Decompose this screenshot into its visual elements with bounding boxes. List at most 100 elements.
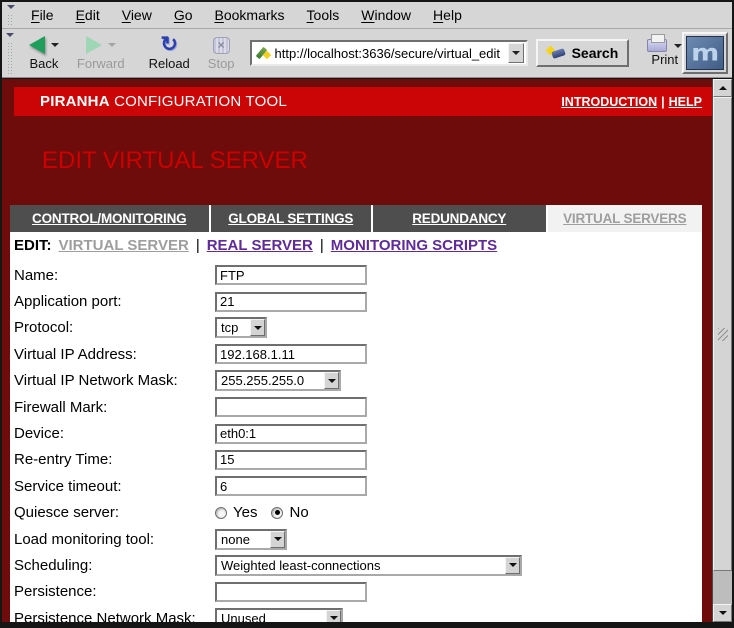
- forward-arrow-icon: [86, 36, 102, 54]
- print-button-label: Print: [651, 52, 678, 67]
- tab-redundancy[interactable]: REDUNDANCY: [373, 205, 546, 232]
- menubar-grippy-handle[interactable]: [4, 4, 17, 26]
- forward-button[interactable]: Forward: [72, 33, 130, 73]
- persistence-network-mask-select-value: Unused: [217, 610, 326, 622]
- protocol-select[interactable]: tcp: [215, 317, 267, 338]
- grippy-dots-icon: [7, 14, 14, 26]
- menubar-item-bookmarks[interactable]: Bookmarks: [204, 4, 296, 26]
- subnav-link-virtual-server[interactable]: VIRTUAL SERVER: [59, 237, 189, 254]
- search-button[interactable]: Search: [536, 39, 630, 67]
- application-port-label: Application port:: [14, 293, 215, 310]
- header-link-separator: |: [657, 95, 669, 109]
- form-row-re-entry-time: Re-entry Time:: [14, 447, 702, 473]
- form-row-quiesce-server: Quiesce server:YesNo: [14, 500, 702, 526]
- url-bar: http://localhost:3636/secure/virtual_edi…: [250, 40, 528, 66]
- toolbar-grippy-handle[interactable]: [4, 32, 17, 75]
- stop-button[interactable]: × Stop: [203, 33, 240, 73]
- scroll-down-button[interactable]: [713, 604, 732, 622]
- virtual-ip-network-mask-select[interactable]: 255.255.255.0: [215, 370, 341, 391]
- window-bottom-border: [2, 622, 732, 628]
- firewall-mark-label: Firewall Mark:: [14, 399, 215, 416]
- device-input[interactable]: [215, 424, 367, 444]
- tab-virtual-servers[interactable]: VIRTUAL SERVERS: [548, 205, 703, 232]
- name-input[interactable]: [215, 265, 367, 285]
- protocol-select-value: tcp: [217, 319, 250, 336]
- app-title-bold: PIRANHA: [40, 93, 110, 110]
- tab-bar: CONTROL/MONITORINGGLOBAL SETTINGSREDUNDA…: [10, 205, 702, 232]
- form-row-persistence: Persistence:: [14, 579, 702, 605]
- scheduling-select-value: Weighted least-connections: [217, 557, 505, 574]
- quiesce-server-yes-radio[interactable]: [215, 507, 227, 519]
- form-row-load-monitoring-tool: Load monitoring tool:none: [14, 526, 702, 552]
- form-row-virtual-ip-address: Virtual IP Address:: [14, 341, 702, 367]
- page-content: PIRANHA CONFIGURATION TOOL INTRODUCTION|…: [2, 79, 712, 622]
- scrollbar-thumb[interactable]: [713, 97, 732, 571]
- reload-button[interactable]: ↻ Reload: [144, 33, 195, 73]
- quiesce-server-label: Quiesce server:: [14, 504, 215, 521]
- back-dropdown-caret-icon[interactable]: [51, 43, 59, 51]
- arrow-up-icon: [719, 82, 727, 90]
- protocol-label: Protocol:: [14, 319, 215, 336]
- chevron-down-icon: [512, 51, 520, 59]
- menubar-item-edit[interactable]: Edit: [65, 4, 111, 26]
- tab-global-settings[interactable]: GLOBAL SETTINGS: [211, 205, 372, 232]
- dropdown-arrow-button[interactable]: [324, 372, 339, 389]
- printer-icon: [647, 39, 667, 52]
- service-timeout-input[interactable]: [215, 476, 367, 496]
- subnav-link-real-server[interactable]: REAL SERVER: [207, 237, 313, 254]
- print-button[interactable]: Print: [647, 39, 682, 67]
- vertical-scrollbar[interactable]: [712, 79, 732, 622]
- form-row-application-port: Application port:: [14, 288, 702, 314]
- mozilla-logo-button[interactable]: m: [682, 32, 728, 74]
- load-monitoring-tool-select[interactable]: none: [215, 529, 287, 550]
- menubar-item-view[interactable]: View: [111, 4, 163, 26]
- quiesce-server-no-radio[interactable]: [271, 507, 283, 519]
- back-button[interactable]: Back: [24, 33, 64, 73]
- back-button-label: Back: [29, 56, 58, 71]
- dropdown-arrow-button[interactable]: [250, 319, 265, 336]
- arrow-down-icon: [719, 611, 727, 619]
- persistence-input[interactable]: [215, 582, 367, 602]
- virtual-ip-network-mask-label: Virtual IP Network Mask:: [14, 372, 215, 389]
- virtual-ip-address-input[interactable]: [215, 344, 367, 364]
- re-entry-time-label: Re-entry Time:: [14, 451, 215, 468]
- menubar-item-window[interactable]: Window: [350, 4, 422, 26]
- menubar-item-tools[interactable]: Tools: [296, 4, 351, 26]
- scrollbar-track[interactable]: [713, 97, 732, 604]
- scheduling-select[interactable]: Weighted least-connections: [215, 555, 522, 576]
- application-port-input[interactable]: [215, 292, 367, 312]
- dropdown-arrow-button[interactable]: [505, 557, 520, 574]
- subnav-link-monitoring-scripts[interactable]: MONITORING SCRIPTS: [331, 237, 497, 254]
- form-row-protocol: Protocol:tcp: [14, 315, 702, 341]
- scheduling-label: Scheduling:: [14, 557, 215, 574]
- dropdown-arrow-icon: [509, 563, 517, 571]
- url-input[interactable]: http://localhost:3636/secure/virtual_edi…: [275, 46, 508, 61]
- dropdown-arrow-button[interactable]: [326, 610, 341, 622]
- form-row-device: Device:: [14, 420, 702, 446]
- re-entry-time-input[interactable]: [215, 450, 367, 470]
- scroll-up-button[interactable]: [713, 79, 732, 97]
- persistence-network-mask-select[interactable]: Unused: [215, 608, 343, 622]
- header-link-introduction[interactable]: INTRODUCTION: [561, 95, 657, 109]
- print-dropdown-caret-icon[interactable]: [674, 44, 682, 52]
- menubar-item-file[interactable]: File: [20, 4, 65, 26]
- url-dropdown-button[interactable]: [508, 43, 524, 63]
- header-link-help[interactable]: HELP: [669, 95, 702, 109]
- load-monitoring-tool-label: Load monitoring tool:: [14, 531, 215, 548]
- device-label: Device:: [14, 425, 215, 442]
- dropdown-arrow-button[interactable]: [270, 531, 285, 548]
- browser-viewport: PIRANHA CONFIGURATION TOOL INTRODUCTION|…: [2, 78, 732, 622]
- menubar-item-go[interactable]: Go: [163, 4, 204, 26]
- search-button-label: Search: [572, 45, 619, 61]
- subnav-separator: |: [313, 237, 331, 254]
- form-row-scheduling: Scheduling:Weighted least-connections: [14, 552, 702, 578]
- tab-control-monitoring[interactable]: CONTROL/MONITORING: [10, 205, 209, 232]
- page-title: EDIT VIRTUAL SERVER: [42, 147, 712, 175]
- persistence-network-mask-label: Persistence Network Mask:: [14, 610, 215, 622]
- menu-items: FileEditViewGoBookmarksToolsWindowHelp: [20, 2, 473, 28]
- firewall-mark-input[interactable]: [215, 397, 367, 417]
- form-row-persistence-network-mask: Persistence Network Mask:Unused: [14, 605, 702, 622]
- menubar-item-help[interactable]: Help: [422, 4, 473, 26]
- load-monitoring-tool-select-value: none: [217, 531, 270, 548]
- app-title: PIRANHA CONFIGURATION TOOL: [40, 93, 287, 110]
